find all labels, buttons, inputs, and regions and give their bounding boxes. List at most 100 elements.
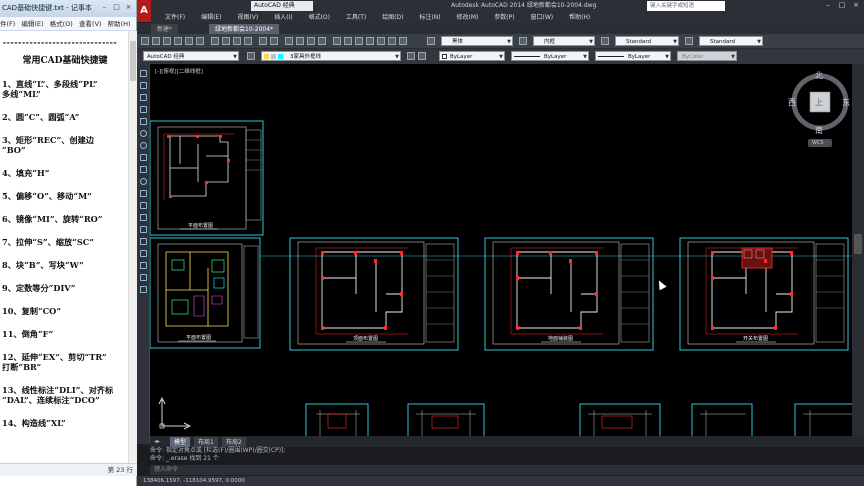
hatch-icon[interactable] (140, 238, 147, 245)
zoom-window-icon[interactable] (307, 37, 315, 45)
arc-icon[interactable] (140, 130, 147, 137)
canvas-scrollbar[interactable] (852, 64, 864, 436)
tab-new-drawing[interactable]: 新建* (151, 24, 179, 34)
paste-icon[interactable] (233, 37, 241, 45)
compass-south[interactable]: 南 (815, 125, 823, 136)
minimize-icon[interactable]: – (821, 0, 835, 11)
polyline-icon[interactable] (140, 94, 147, 101)
command-input[interactable]: 键入命令 (150, 465, 864, 475)
pan-icon[interactable] (285, 37, 293, 45)
close-icon[interactable]: × (849, 0, 863, 11)
autocad-logo-icon[interactable]: A (137, 0, 151, 22)
ellipse-icon[interactable] (140, 178, 147, 185)
color-combo[interactable]: ByLayer ▼ (439, 51, 505, 61)
copy-icon[interactable] (222, 37, 230, 45)
table-style-icon[interactable] (601, 37, 609, 45)
layer-previous-icon[interactable] (418, 52, 426, 60)
linetype-combo[interactable]: ByLayer ▼ (511, 51, 589, 61)
tab-model[interactable]: 模型 (170, 437, 191, 447)
region-icon[interactable] (140, 262, 147, 269)
print-icon[interactable] (174, 37, 182, 45)
menu-dimension[interactable]: 标注(N) (419, 14, 440, 21)
maximize-icon[interactable]: □ (112, 3, 121, 12)
menu-edit[interactable]: 编辑(E) (21, 20, 43, 28)
ellipse-arc-icon[interactable] (140, 190, 147, 197)
text-style-icon[interactable] (427, 37, 435, 45)
close-icon[interactable]: × (124, 3, 133, 12)
table-icon[interactable] (140, 274, 147, 281)
viewcube[interactable] (791, 73, 849, 147)
multiline-text-icon[interactable] (140, 286, 147, 293)
menu-format[interactable]: 格式(O) (309, 14, 330, 21)
make-block-icon[interactable] (140, 214, 147, 221)
scroll-thumb[interactable] (130, 41, 136, 81)
menu-parametric[interactable]: 参数(P) (494, 14, 514, 21)
open-icon[interactable] (152, 37, 160, 45)
redo-icon[interactable] (270, 37, 278, 45)
menu-draw[interactable]: 绘图(D) (382, 14, 403, 21)
zoom-realtime-icon[interactable] (296, 37, 304, 45)
rectangle-icon[interactable] (140, 118, 147, 125)
spline-icon[interactable] (140, 166, 147, 173)
gradient-icon[interactable] (140, 250, 147, 257)
publish-icon[interactable] (196, 37, 204, 45)
menu-insert[interactable]: 插入(I) (274, 14, 292, 21)
lineweight-combo[interactable]: ByLayer ▼ (595, 51, 671, 61)
compass-east[interactable]: 东 (842, 97, 850, 108)
undo-icon[interactable] (259, 37, 267, 45)
menu-window[interactable]: 窗口(W) (531, 14, 554, 21)
insert-block-icon[interactable] (140, 202, 147, 209)
maximize-icon[interactable]: □ (835, 0, 849, 11)
revision-cloud-icon[interactable] (140, 154, 147, 161)
menu-view[interactable]: 查看(V) (79, 20, 102, 28)
new-icon[interactable] (141, 37, 149, 45)
layer-combo[interactable]: 3家具外框线 ▼ (261, 51, 401, 61)
make-current-icon[interactable] (407, 52, 415, 60)
menu-format[interactable]: 格式(O) (50, 20, 73, 28)
construction-line-icon[interactable] (140, 82, 147, 89)
quickcalc-icon[interactable] (388, 37, 396, 45)
layer-properties-icon[interactable] (247, 52, 255, 60)
tab-active-drawing[interactable]: 绿地新都会10-2004* (209, 24, 280, 34)
wcs-menu[interactable]: WCS (812, 139, 824, 147)
plot-style-combo[interactable]: ByColor ▼ (677, 51, 737, 61)
menu-modify[interactable]: 修改(M) (457, 14, 479, 21)
minimize-icon[interactable]: – (100, 3, 109, 12)
search-input[interactable]: 键入关键字或短语 (647, 1, 725, 11)
menu-file[interactable]: 件(F) (0, 20, 15, 28)
text-style-combo[interactable]: 黑体 ▼ (441, 36, 513, 46)
compass-west[interactable]: 西 (788, 97, 796, 108)
compass-north[interactable]: 北 (815, 70, 823, 81)
scroll-thumb[interactable] (854, 234, 862, 254)
menu-edit[interactable]: 编辑(E) (201, 14, 221, 21)
line-icon[interactable] (140, 70, 147, 77)
point-icon[interactable] (140, 226, 147, 233)
notepad-text-area[interactable]: ------------------------------ 常用CAD基础快捷… (0, 31, 128, 463)
tab-layout1[interactable]: 布局1 (194, 437, 218, 447)
menu-view[interactable]: 视图(V) (237, 14, 258, 21)
save-icon[interactable] (163, 37, 171, 45)
properties-icon[interactable] (333, 37, 341, 45)
tool-palettes-icon[interactable] (355, 37, 363, 45)
zoom-previous-icon[interactable] (318, 37, 326, 45)
menu-tools[interactable]: 工具(T) (346, 14, 366, 21)
mleader-style-combo[interactable]: Standard ▼ (699, 36, 763, 46)
match-properties-icon[interactable] (244, 37, 252, 45)
workspace-combo[interactable]: AutoCAD 经典 ▼ (143, 51, 239, 61)
viewcube-top-face[interactable]: 上 (815, 97, 823, 108)
table-style-combo[interactable]: Standard ▼ (615, 36, 679, 46)
preview-icon[interactable] (185, 37, 193, 45)
dim-style-combo[interactable]: 内框 ▼ (533, 36, 595, 46)
menu-file[interactable]: 文件(F) (165, 14, 185, 21)
cut-icon[interactable] (211, 37, 219, 45)
design-center-icon[interactable] (344, 37, 352, 45)
menu-help[interactable]: 帮助(H) (569, 14, 590, 21)
polygon-icon[interactable] (140, 106, 147, 113)
circle-icon[interactable] (140, 142, 147, 149)
workspace-selector[interactable]: AutoCAD 经典 (251, 1, 313, 11)
mleader-style-icon[interactable] (685, 37, 693, 45)
notepad-scrollbar[interactable] (128, 31, 137, 463)
tab-layout2[interactable]: 布局2 (222, 437, 246, 447)
drawing-canvas[interactable]: [-][俯视][二维线框] 平面布置图 平面布置图 顶面布置图 地面铺装图 开关… (150, 64, 864, 436)
help-icon[interactable] (399, 37, 407, 45)
